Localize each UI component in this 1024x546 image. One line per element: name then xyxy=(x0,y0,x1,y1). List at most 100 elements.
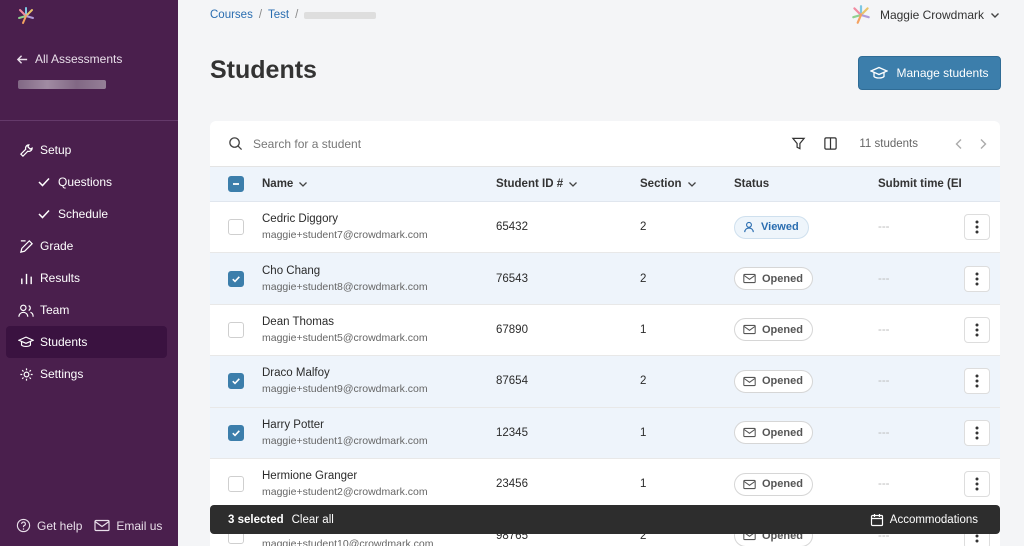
row-menu-button[interactable] xyxy=(964,214,990,241)
student-id: 76543 xyxy=(496,272,528,285)
breadcrumb: Courses / Test / xyxy=(210,9,377,21)
user-avatar-icon xyxy=(852,5,870,24)
sidebar-item-questions[interactable]: Questions xyxy=(6,166,167,198)
bar-chart-icon xyxy=(18,270,34,286)
table-row[interactable]: Harry Potter maggie+student1@crowdmark.co… xyxy=(210,407,1000,459)
table-row[interactable]: Cedric Diggory maggie+student7@crowdmark.… xyxy=(210,202,1000,254)
sidebar-item-setup[interactable]: Setup xyxy=(6,134,167,166)
sidebar-item-label: Settings xyxy=(40,367,84,381)
email-us-link[interactable]: Email us xyxy=(94,519,162,533)
select-all-checkbox[interactable] xyxy=(228,176,244,192)
selected-count: 3 selected xyxy=(228,513,284,526)
student-name[interactable]: Hermione Granger xyxy=(262,470,428,482)
row-checkbox[interactable] xyxy=(228,373,244,390)
row-actions-cell xyxy=(954,471,1000,498)
row-menu-button[interactable] xyxy=(964,316,990,343)
breadcrumb-test[interactable]: Test xyxy=(268,9,289,21)
sidebar-item-grade[interactable]: Grade xyxy=(6,230,167,262)
search-placeholder: Search for a student xyxy=(253,136,362,151)
accommodations-button[interactable]: Accommodations xyxy=(870,513,978,527)
row-checkbox[interactable] xyxy=(228,270,244,287)
row-menu-button[interactable] xyxy=(964,471,990,498)
search-input[interactable]: Search for a student xyxy=(228,136,777,151)
name-cell: Cedric Diggory maggie+student7@crowdmark.… xyxy=(262,213,496,241)
back-to-assessments-link[interactable]: All Assessments xyxy=(16,52,122,66)
header-status-label: Status xyxy=(734,178,770,190)
sidebar-item-settings[interactable]: Settings xyxy=(6,358,167,390)
user-menu[interactable]: Maggie Crowdmark xyxy=(850,4,1000,26)
clear-all-button[interactable]: Clear all xyxy=(292,514,334,526)
row-menu-button[interactable] xyxy=(964,419,990,446)
student-id: 67890 xyxy=(496,323,528,336)
student-name[interactable]: Dean Thomas xyxy=(262,316,428,328)
get-help-link[interactable]: Get help xyxy=(16,518,82,533)
sidebar-item-team[interactable]: Team xyxy=(6,294,167,326)
row-checkbox[interactable] xyxy=(228,321,244,338)
header-submit-time[interactable]: Submit time (EI xyxy=(878,178,1000,190)
envelope-icon xyxy=(743,273,756,284)
name-cell: Cho Chang maggie+student8@crowdmark.com xyxy=(262,265,496,293)
chevron-left-icon[interactable] xyxy=(954,138,964,150)
status-label: Opened xyxy=(762,272,803,285)
breadcrumb-redacted xyxy=(304,11,377,19)
row-menu-button[interactable] xyxy=(964,265,990,292)
manage-students-button[interactable]: Manage students xyxy=(858,56,1001,90)
student-name[interactable]: Draco Malfoy xyxy=(262,367,428,379)
filter-button[interactable] xyxy=(787,133,809,155)
table-row[interactable]: Cho Chang maggie+student8@crowdmark.com 76… xyxy=(210,253,1000,305)
sidebar-item-schedule[interactable]: Schedule xyxy=(6,198,167,230)
page-title: Students xyxy=(210,56,317,84)
status-label: Opened xyxy=(762,375,803,388)
status-cell: Opened xyxy=(734,421,878,445)
name-cell: Dean Thomas maggie+student5@crowdmark.com xyxy=(262,316,496,344)
kebab-menu-icon xyxy=(975,272,979,286)
row-checkbox[interactable] xyxy=(228,476,244,493)
kebab-menu-icon xyxy=(975,477,979,491)
status-badge: Opened xyxy=(734,472,813,496)
table-row[interactable]: Hermione Granger maggie+student2@crowdmar… xyxy=(210,459,1000,511)
section: 1 xyxy=(640,323,647,336)
sidebar-item-results[interactable]: Results xyxy=(6,262,167,294)
sidebar-footer: Get help Email us xyxy=(16,518,174,533)
row-actions-cell xyxy=(954,265,1000,292)
status-cell: Opened xyxy=(734,369,878,393)
row-checkbox-cell xyxy=(210,476,262,493)
student-name[interactable]: Harry Potter xyxy=(262,419,428,431)
crowdmark-logo-icon[interactable] xyxy=(16,6,36,26)
header-section[interactable]: Section xyxy=(640,178,734,190)
sidebar-item-students[interactable]: Students xyxy=(6,326,167,358)
chevron-down-icon xyxy=(299,182,308,187)
table-row[interactable]: Dean Thomas maggie+student5@crowdmark.com… xyxy=(210,305,1000,357)
student-name[interactable]: Cho Chang xyxy=(262,265,428,277)
row-actions-cell xyxy=(954,316,1000,343)
header-submit-label: Submit time (EI xyxy=(878,178,962,190)
submit-time: --- xyxy=(878,426,890,439)
columns-icon xyxy=(824,137,837,150)
table-row[interactable]: Draco Malfoy maggie+student9@crowdmark.co… xyxy=(210,356,1000,408)
envelope-icon xyxy=(743,325,756,335)
columns-button[interactable] xyxy=(819,133,841,155)
graduation-cap-icon xyxy=(18,334,34,350)
status-label: Opened xyxy=(762,323,803,336)
row-checkbox[interactable] xyxy=(228,424,244,441)
breadcrumb-courses[interactable]: Courses xyxy=(210,9,253,21)
student-name[interactable]: Cedric Diggory xyxy=(262,213,428,225)
section: 1 xyxy=(640,478,647,491)
header-student-id[interactable]: Student ID # xyxy=(496,178,640,190)
table-body: Cedric Diggory maggie+student7@crowdmark.… xyxy=(210,202,1000,546)
submit-time: --- xyxy=(878,375,890,388)
header-name[interactable]: Name xyxy=(262,178,496,190)
status-cell: Opened xyxy=(734,318,878,342)
chevron-right-icon[interactable] xyxy=(978,138,988,150)
sidebar-item-label: Team xyxy=(40,303,70,317)
accommodations-label: Accommodations xyxy=(889,513,978,526)
row-menu-button[interactable] xyxy=(964,368,990,395)
student-id: 12345 xyxy=(496,426,528,439)
calendar-icon xyxy=(870,513,883,526)
status-badge: Opened xyxy=(734,318,813,342)
status-label: Opened xyxy=(762,426,803,439)
row-checkbox[interactable] xyxy=(228,219,244,236)
row-checkbox-cell xyxy=(210,373,262,390)
status-cell: Viewed xyxy=(734,215,878,239)
sidebar-item-label: Setup xyxy=(40,143,72,157)
